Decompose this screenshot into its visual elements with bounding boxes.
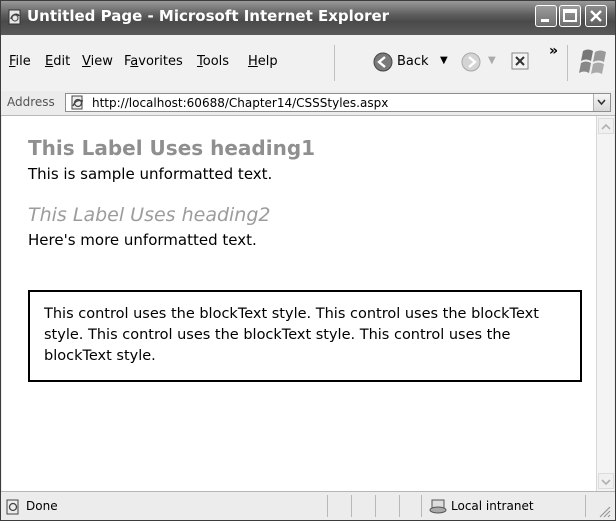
menu-bar: File Edit View Favorites Tools Help Back… [1,35,615,92]
windows-logo-icon [579,49,606,74]
address-label: Address [7,95,55,109]
chevron-down-icon [597,99,606,106]
page-content: This Label Uses heading1 This is sample … [2,116,596,491]
block-text-panel: This control uses the blockText style. T… [28,290,582,382]
chevron-up-icon [601,123,611,130]
browser-window: Untitled Page - Microsoft Internet Explo… [0,0,616,521]
title-bar[interactable]: Untitled Page - Microsoft Internet Explo… [1,1,615,35]
menu-view[interactable]: View [82,54,113,69]
ie-page-icon [8,9,21,25]
status-divider [399,495,400,517]
stop-button[interactable] [511,49,531,75]
local-intranet-icon [429,499,447,514]
window-title: Untitled Page - Microsoft Internet Explo… [27,7,390,25]
unformatted-text-2: Here's more unformatted text. [28,231,257,249]
forward-arrow-icon [461,52,481,72]
unformatted-text-1: This is sample unformatted text. [28,165,273,183]
maximize-button[interactable] [559,5,581,27]
status-divider [327,495,328,517]
address-url: http://localhost:60688/Chapter14/CSSStyl… [92,96,389,110]
heading1-label: This Label Uses heading1 [28,136,316,160]
menu-help[interactable]: Help [248,54,278,69]
chevron-down-icon [601,479,611,486]
page-icon [71,95,84,110]
back-label: Back [397,54,429,69]
address-dropdown-button[interactable] [593,94,610,111]
toolbar-separator [334,45,335,81]
back-dropdown-icon[interactable]: ▼ [440,55,448,66]
status-divider [351,495,352,517]
security-zone-label: Local intranet [451,499,534,513]
address-input[interactable]: http://localhost:60688/Chapter14/CSSStyl… [65,93,611,112]
status-divider [375,495,376,517]
minimize-icon [541,19,549,22]
toolbar-separator [567,45,568,81]
scroll-down-button[interactable] [598,473,614,489]
minimize-button[interactable] [535,5,557,27]
address-bar: Address http://localhost:60688/Chapter14… [1,91,615,116]
menu-file[interactable]: File [9,54,31,69]
status-bar: Done Local intranet [1,491,615,520]
forward-dropdown-icon[interactable]: ▼ [488,55,496,66]
back-button[interactable]: Back ▼ [373,49,455,75]
back-arrow-icon [373,52,393,72]
status-text: Done [26,499,58,513]
status-divider [421,495,422,517]
forward-button[interactable]: ▼ [461,49,501,75]
menu-favorites[interactable]: Favorites [124,54,183,69]
menu-tools[interactable]: Tools [197,54,229,69]
close-icon [590,10,602,22]
maximize-icon [563,9,577,22]
heading2-label: This Label Uses heading2 [28,204,271,226]
status-divider [585,495,586,517]
stop-icon [511,52,529,70]
scroll-up-button[interactable] [598,118,614,134]
menu-edit[interactable]: Edit [45,54,70,69]
page-done-icon [6,499,19,515]
close-button[interactable] [585,5,607,27]
vertical-scrollbar[interactable] [596,116,614,491]
resize-grip-icon[interactable] [597,504,611,518]
toolbar-overflow-chevron[interactable]: » [549,43,558,59]
